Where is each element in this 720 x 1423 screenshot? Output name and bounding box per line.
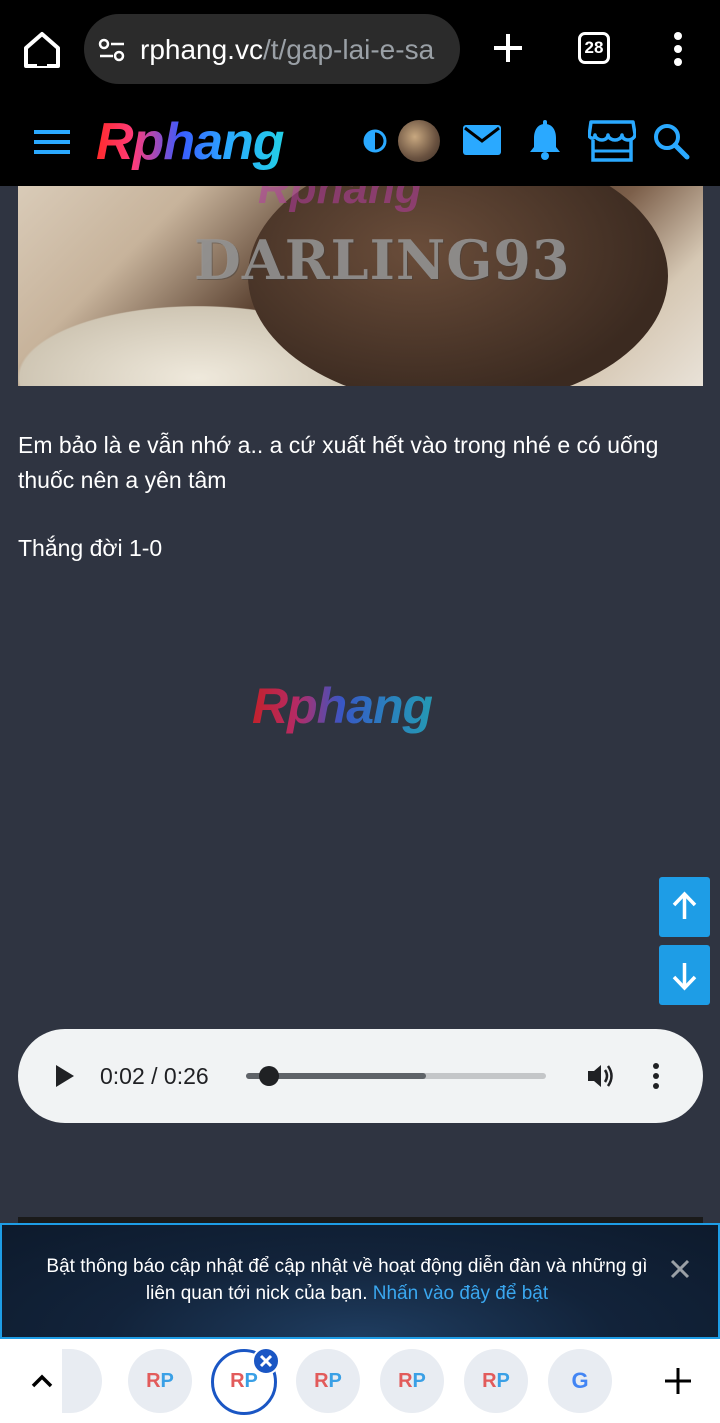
tab-label: R bbox=[314, 1370, 329, 1392]
browser-toolbar: rphang.vc/t/gap-lai-e-sa 28 bbox=[0, 0, 720, 100]
home-icon[interactable] bbox=[20, 28, 64, 72]
tab-thumbnail[interactable]: RP bbox=[464, 1349, 528, 1413]
url-path: /t/gap-lai-e-sa bbox=[262, 34, 435, 65]
tab-label: P bbox=[244, 1370, 258, 1392]
notification-banner[interactable]: Bật thông báo cập nhật để cập nhật về ho… bbox=[0, 1223, 720, 1339]
tab-label: R bbox=[230, 1370, 245, 1392]
enable-notifications-link[interactable]: Nhấn vào đây để bật bbox=[373, 1283, 548, 1304]
url-host: rphang.vc bbox=[140, 34, 263, 65]
close-icon bbox=[259, 1354, 273, 1368]
arrow-up-icon bbox=[672, 891, 697, 919]
tab-label: P bbox=[160, 1370, 174, 1392]
image-watermark-text: DARLING93 bbox=[194, 228, 571, 292]
site-logo[interactable]: Rphang bbox=[96, 112, 285, 172]
tab-label: P bbox=[412, 1370, 426, 1392]
tab-thumbnail[interactable]: RP bbox=[128, 1349, 192, 1413]
tab-label: P bbox=[328, 1370, 342, 1392]
chevron-up-icon[interactable] bbox=[28, 1367, 56, 1395]
tab-count: 28 bbox=[584, 38, 604, 57]
bell-icon[interactable] bbox=[526, 120, 564, 160]
notification-text: Bật thông báo cập nhật để cập nhật về ho… bbox=[32, 1253, 662, 1307]
plus-icon[interactable] bbox=[662, 1365, 694, 1397]
mail-icon[interactable] bbox=[462, 124, 502, 156]
tab-label: R bbox=[482, 1370, 497, 1392]
tab-label: R bbox=[398, 1370, 413, 1392]
audio-player: 0:02 / 0:26 bbox=[18, 1029, 703, 1123]
scroll-bottom-button[interactable] bbox=[659, 945, 710, 1005]
tab-strip: RP RP RP RP RP G bbox=[0, 1339, 720, 1423]
audio-progress-bar[interactable] bbox=[246, 1066, 546, 1086]
tabs-icon[interactable]: 28 bbox=[578, 32, 610, 64]
tab-close-button[interactable] bbox=[252, 1347, 280, 1375]
search-icon[interactable] bbox=[652, 122, 690, 160]
address-bar[interactable]: rphang.vc/t/gap-lai-e-sa bbox=[84, 14, 460, 84]
more-vert-icon[interactable] bbox=[650, 1062, 662, 1090]
google-icon: G bbox=[571, 1368, 589, 1393]
audio-progress-thumb[interactable] bbox=[259, 1066, 280, 1086]
post-image[interactable]: Rphang DARLING93 bbox=[18, 186, 703, 386]
tab-thumbnail-google[interactable]: G bbox=[548, 1349, 612, 1413]
tab-label: P bbox=[496, 1370, 510, 1392]
volume-icon[interactable] bbox=[586, 1062, 616, 1090]
audio-time: 0:02 / 0:26 bbox=[100, 1063, 209, 1089]
post-body: Em bảo là e vẫn nhớ a.. a cứ xuất hết và… bbox=[18, 428, 702, 599]
tab-thumbnail[interactable]: RP bbox=[380, 1349, 444, 1413]
url-text[interactable]: rphang.vc/t/gap-lai-e-sa bbox=[140, 33, 452, 67]
plus-icon[interactable] bbox=[490, 30, 526, 66]
post-paragraph: Thắng đời 1-0 bbox=[18, 535, 163, 561]
store-icon[interactable] bbox=[588, 118, 636, 162]
embedded-logo: Rphang bbox=[252, 678, 433, 734]
image-watermark-logo: Rphang bbox=[258, 186, 422, 213]
close-icon[interactable] bbox=[668, 1257, 692, 1281]
hamburger-icon[interactable] bbox=[34, 128, 70, 156]
post-paragraph: Em bảo là e vẫn nhớ a.. a cứ xuất hết và… bbox=[18, 432, 659, 493]
tab-thumbnail-partial[interactable] bbox=[62, 1349, 102, 1413]
arrow-down-icon bbox=[672, 963, 697, 991]
tab-thumbnail[interactable]: RP bbox=[296, 1349, 360, 1413]
notification-message: Bật thông báo cập nhật để cập nhật về ho… bbox=[46, 1256, 648, 1304]
more-vert-icon[interactable] bbox=[664, 30, 692, 68]
avatar[interactable] bbox=[398, 120, 440, 162]
site-header: Rphang bbox=[0, 100, 720, 186]
site-info-icon[interactable] bbox=[98, 36, 126, 64]
tab-label: R bbox=[146, 1370, 161, 1392]
scroll-top-button[interactable] bbox=[659, 877, 710, 937]
play-icon[interactable] bbox=[54, 1063, 76, 1089]
contrast-icon[interactable] bbox=[362, 128, 388, 154]
